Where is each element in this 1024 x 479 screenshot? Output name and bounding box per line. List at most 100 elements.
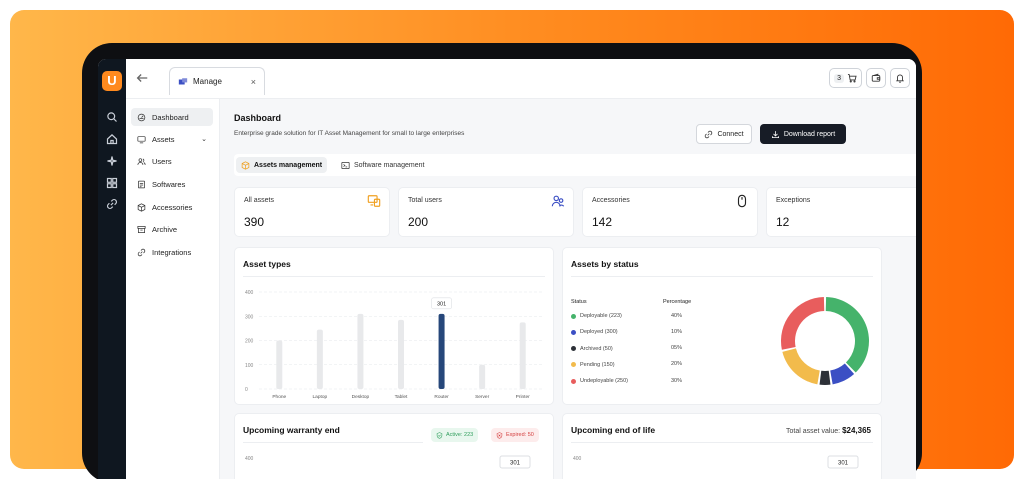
sidebar-item-dashboard[interactable]: Dashboard	[131, 108, 213, 126]
active-label: Active: 223	[446, 432, 474, 438]
download-report-button[interactable]: Download report	[760, 124, 846, 144]
bar-tooltip-label: 301	[437, 301, 446, 307]
total-asset-value: Total asset value: $24,365	[786, 426, 871, 435]
bar-laptop[interactable]	[316, 329, 323, 389]
sidebar-item-accessories[interactable]: Accessories	[131, 198, 213, 216]
asset-types-bar-chart: 0 100 200 300 400 Phone Laptop Desktop Tablet Rou…	[245, 290, 543, 400]
stat-value: 12	[776, 215, 790, 229]
bar-printer[interactable]	[519, 322, 526, 389]
bar-desktop[interactable]	[357, 313, 364, 389]
sidebar-item-users[interactable]: Users	[131, 152, 213, 170]
stat-card-exceptions[interactable]: Exceptions 12	[766, 187, 916, 237]
stat-card-total-users[interactable]: Total users 200	[398, 187, 574, 237]
assets-by-status-panel: Assets by status Status Percentage Deplo…	[562, 247, 882, 405]
total-label: Total asset value:	[786, 428, 841, 435]
donut-slice[interactable]	[782, 348, 820, 385]
panel-title: Asset types	[243, 259, 291, 269]
active-badge[interactable]: Active: 223	[431, 428, 479, 442]
y-tick-label: 300	[245, 314, 254, 320]
stat-value: 142	[592, 215, 613, 229]
cube-icon	[241, 160, 250, 170]
legend-label: Pending (150)	[580, 361, 615, 368]
connect-button[interactable]: Connect	[696, 124, 752, 144]
home-icon[interactable]	[104, 131, 120, 147]
legend-dot	[571, 329, 576, 335]
stat-label: Accessories	[592, 197, 630, 204]
end-of-life-chart: 400 301	[573, 455, 859, 469]
sidebar-item-label: Dashboard	[152, 112, 189, 122]
dashboard-icon	[137, 113, 146, 121]
legend-label: Archived (50)	[580, 345, 613, 352]
mouse-icon	[735, 194, 749, 208]
percentage-header: Percentage	[663, 299, 692, 305]
tab-close-icon[interactable]: ×	[251, 77, 256, 87]
tab-assets-management[interactable]: Assets management	[236, 157, 328, 173]
x-tick-label: Phone	[272, 394, 286, 400]
end-of-life-panel: Upcoming end of life Total asset value: …	[562, 413, 882, 479]
main-content: Dashboard Enterprise grade solution for …	[220, 99, 916, 479]
sparkle-icon[interactable]	[104, 153, 120, 169]
notifications-button[interactable]	[890, 68, 910, 88]
legend-dot	[571, 313, 576, 319]
tab-label: Manage	[193, 77, 222, 86]
expired-badge[interactable]: Expired: 50	[491, 428, 539, 442]
stat-value: 390	[244, 215, 265, 229]
y-tick-label: 400	[245, 290, 254, 296]
cart-button[interactable]: 3	[829, 68, 862, 88]
donut-slice[interactable]	[781, 297, 825, 350]
bar-router[interactable]	[438, 313, 445, 389]
search-icon[interactable]	[104, 109, 120, 125]
warranty-chart: 400 301	[245, 455, 531, 469]
donut-slice[interactable]	[825, 297, 869, 373]
donut-slice[interactable]	[819, 370, 831, 385]
legend-percentage: 30%	[671, 377, 683, 384]
legend-label: Deployed (300)	[580, 329, 618, 336]
x-tick-label: Desktop	[352, 394, 370, 400]
bar-server[interactable]	[479, 364, 486, 389]
page-title: Dashboard	[234, 113, 282, 123]
stat-value: 200	[408, 215, 429, 229]
subtab-bar: Assets management Software management	[234, 154, 916, 176]
subtab-label: Software management	[354, 161, 425, 169]
users-icon	[551, 194, 565, 208]
tab-software-management[interactable]: Software management	[336, 157, 429, 173]
bar-tablet[interactable]	[398, 319, 404, 389]
legend-percentage: 20%	[671, 361, 683, 368]
back-arrow-icon[interactable]	[135, 71, 149, 85]
sidebar-item-archive[interactable]: Archive	[131, 220, 213, 238]
app-logo[interactable]: U	[102, 71, 122, 91]
wallet-icon	[871, 73, 881, 82]
software-icon	[138, 180, 145, 188]
stat-card-all-assets[interactable]: All assets 390	[234, 187, 390, 237]
bar-phone[interactable]	[276, 340, 283, 390]
legend-item[interactable]: Undeployable (250)	[571, 376, 628, 386]
asset-types-panel: Asset types 0 100 200 300 400 Phone Laptop Desk…	[234, 247, 554, 405]
sidebar-item-label: Integrations	[152, 247, 192, 257]
wallet-button[interactable]	[866, 68, 886, 88]
chevron-down-icon[interactable]: ⌄	[201, 135, 207, 143]
link-icon	[137, 248, 146, 256]
x-tick-label: Printer	[516, 394, 531, 400]
sidebar-item-label: Softwares	[152, 179, 186, 189]
panel-title: Upcoming end of life	[571, 425, 656, 435]
panel-title: Assets by status	[571, 259, 639, 269]
chart-badge-label: 301	[510, 461, 521, 467]
legend-label: Undeployable (250)	[580, 378, 629, 385]
legend-item[interactable]: Archived (50)	[571, 344, 613, 354]
shield-check-icon	[436, 431, 443, 439]
legend-item[interactable]: Pending (150)	[571, 360, 615, 370]
legend-item[interactable]: Deployed (300)	[571, 327, 618, 337]
legend-item[interactable]: Deployable (223)	[571, 311, 622, 321]
stat-card-accessories[interactable]: Accessories 142	[582, 187, 758, 237]
app-screen: U Manage × 3 Dashboard Assets ⌄ Users So…	[98, 59, 916, 479]
sidebar-item-softwares[interactable]: Softwares	[131, 175, 213, 193]
tab-manage[interactable]: Manage ×	[169, 67, 265, 95]
grid-icon[interactable]	[104, 175, 120, 191]
sidebar-item-assets[interactable]: Assets ⌄	[131, 130, 213, 148]
sidebar-item-label: Users	[152, 156, 172, 166]
monitor-icon	[137, 135, 146, 143]
ytick-label: 400	[573, 456, 582, 462]
link-icon[interactable]	[104, 196, 120, 212]
legend-percentage: 05%	[671, 345, 683, 352]
sidebar-item-integrations[interactable]: Integrations	[131, 243, 213, 261]
